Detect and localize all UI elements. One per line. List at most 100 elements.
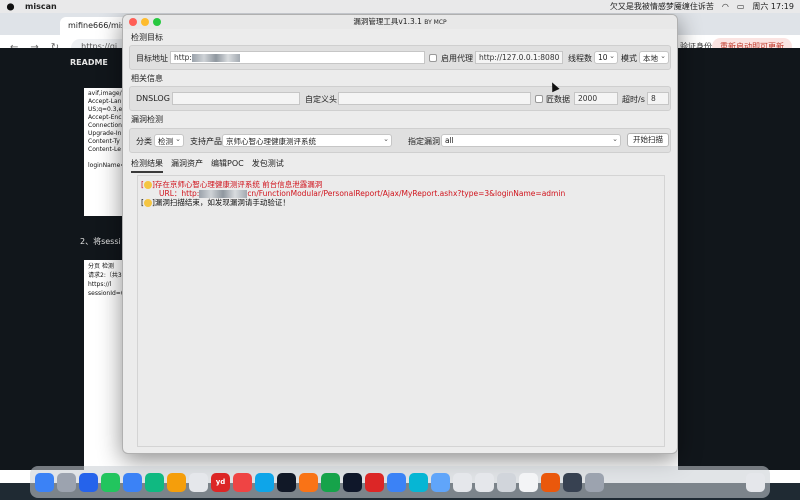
app-icon-5[interactable] <box>519 472 538 492</box>
proxy-checkbox[interactable] <box>429 54 437 62</box>
photos-icon[interactable] <box>167 472 186 492</box>
code-line: Accept-Enc <box>88 114 122 121</box>
app-icon-3[interactable] <box>475 472 494 492</box>
target-label: 目标地址 <box>136 54 168 63</box>
app-icon-4[interactable] <box>497 472 516 492</box>
chrome-icon[interactable] <box>233 472 252 492</box>
tab-assets[interactable]: 漏洞资产 <box>171 158 203 173</box>
tab-packet-test[interactable]: 发包测试 <box>252 158 284 173</box>
code-line: Connection <box>88 122 122 129</box>
code-line: loginName= <box>88 162 125 169</box>
result-url-suffix: cn/FunctionModular/PersonalReport/Ajax/M… <box>247 189 566 198</box>
code-line: US;q=0.3,e <box>88 106 123 113</box>
window-title-by: BY MCP <box>424 19 447 26</box>
finder-icon[interactable] <box>35 472 54 492</box>
chevron-down-icon: ⌄ <box>383 135 389 143</box>
product-select[interactable]: 京师心智心理健康测评系统 ⌄ <box>222 134 392 147</box>
result-url-prefix: URL：http: <box>159 189 200 198</box>
trash-icon[interactable] <box>746 472 765 492</box>
section-info-title: 相关信息 <box>131 74 163 83</box>
proxy-input[interactable]: http://127.0.0.1:8080 <box>475 51 563 64</box>
edge-icon[interactable] <box>255 472 274 492</box>
baidu-netdisk-icon[interactable] <box>387 472 406 492</box>
maximize-icon[interactable] <box>153 18 161 26</box>
code-line: Accept-Lan <box>88 98 122 105</box>
proxy-label: 启用代理 <box>441 54 473 63</box>
firefox-icon[interactable] <box>541 472 560 492</box>
code-line: Upgrade-In <box>88 130 122 137</box>
chevron-down-icon: ⌄ <box>609 52 615 60</box>
result-vuln-text: ]存在京师心智心理健康测评系统 前台信息泄露漏洞 <box>151 180 323 189</box>
threads-select[interactable]: 10 ⌄ <box>594 51 618 64</box>
vuln-select[interactable]: all ⌄ <box>441 134 621 147</box>
spider-input[interactable]: 2000 <box>574 92 618 105</box>
redacted-mask <box>191 54 240 62</box>
feishu-icon[interactable] <box>409 472 428 492</box>
readme-screenshot: 分页 检测 请求2:（共3 https://l sessionId=( <box>84 260 125 470</box>
tab-edit-poc[interactable]: 编辑POC <box>211 158 244 173</box>
app-icon[interactable] <box>431 472 450 492</box>
spider-label: 匠数据 <box>546 95 570 104</box>
timeout-input[interactable]: 8 <box>647 92 669 105</box>
threads-value: 10 <box>598 53 608 62</box>
brave-icon[interactable] <box>299 472 318 492</box>
code-snippet: avif,image/w Accept-Lan US;q=0.3,e Accep… <box>84 88 125 216</box>
vuln-label: 指定漏洞 <box>408 137 440 146</box>
chevron-down-icon: ⌄ <box>660 52 666 60</box>
menubar-app-name[interactable]: miscan <box>25 2 57 11</box>
reminders-icon[interactable] <box>189 472 208 492</box>
terminal-icon[interactable] <box>277 472 296 492</box>
shot-req: 请求2:（共3 <box>88 272 122 279</box>
info-row: DNSLOG 自定义头 匠数据 2000 超时/s 8 <box>129 86 671 111</box>
target-input[interactable]: http: <box>170 51 425 64</box>
safari-icon[interactable] <box>79 472 98 492</box>
custom-header-input[interactable] <box>338 92 531 105</box>
custom-header-label: 自定义头 <box>305 95 337 104</box>
wechat-icon[interactable] <box>321 472 340 492</box>
result-output[interactable]: []存在京师心智心理健康测评系统 前台信息泄露漏洞 URL：http: cn/Fu… <box>137 175 665 447</box>
section-target-title: 检测目标 <box>131 33 163 42</box>
app-icon-7[interactable] <box>585 472 604 492</box>
product-label: 支持产品 <box>190 137 222 146</box>
result-line: []漏洞扫描结束，如发现漏洞请手动验证！ <box>141 198 661 207</box>
window-titlebar: 漏洞管理工具v1.3.1 BY MCP <box>123 15 677 29</box>
dnslog-input[interactable] <box>172 92 300 105</box>
close-icon[interactable] <box>129 18 137 26</box>
tab-results[interactable]: 检测结果 <box>131 158 163 173</box>
qq-icon[interactable] <box>343 472 362 492</box>
readme-section-text: 2、将sessi <box>80 237 121 246</box>
target-value: http: <box>174 53 192 62</box>
battery-icon[interactable]: ▭ <box>737 2 745 11</box>
category-label: 分类 <box>136 137 152 146</box>
spider-checkbox[interactable] <box>535 95 543 103</box>
netease-music-icon[interactable] <box>365 472 384 492</box>
app-icon-6[interactable] <box>563 472 582 492</box>
emoji-icon <box>143 181 152 189</box>
wifi-icon[interactable]: ◠ <box>722 2 729 11</box>
result-tabs: 检测结果 漏洞资产 编辑POC 发包测试 <box>131 158 284 173</box>
app-icon-2[interactable] <box>453 472 472 492</box>
mode-value: 本地 <box>643 54 658 63</box>
github-page-right <box>678 48 800 470</box>
menubar-song[interactable]: 欠又是我被情感梦魇缠住诉苦 <box>610 1 714 12</box>
shot-tab: 分页 <box>88 263 101 270</box>
code-line: Content-Le <box>88 146 121 153</box>
scan-finished-text: ]漏洞扫描结束，如发现漏洞请手动验证！ <box>151 198 290 207</box>
mode-select[interactable]: 本地 ⌄ <box>639 51 669 64</box>
youdao-icon[interactable]: yd <box>211 472 230 492</box>
minimize-icon[interactable] <box>141 18 149 26</box>
launchpad-icon[interactable] <box>57 472 76 492</box>
menubar-clock[interactable]: 周六 17:19 <box>752 1 794 12</box>
mail-icon[interactable] <box>123 472 142 492</box>
redacted-mask <box>199 190 248 198</box>
apple-icon[interactable] <box>6 2 15 11</box>
maps-icon[interactable] <box>145 472 164 492</box>
start-scan-button[interactable]: 开始扫描 <box>627 133 669 147</box>
target-row: 目标地址 http: 启用代理 http://127.0.0.1:8080 线程… <box>129 45 671 70</box>
readme-tab[interactable]: README <box>70 58 108 67</box>
shot-line: sessionId=( <box>88 290 124 297</box>
messages-icon[interactable] <box>101 472 120 492</box>
category-select[interactable]: 检测 ⌄ <box>154 134 184 147</box>
window-title: 漏洞管理工具v1.3.1 BY MCP <box>123 15 677 30</box>
